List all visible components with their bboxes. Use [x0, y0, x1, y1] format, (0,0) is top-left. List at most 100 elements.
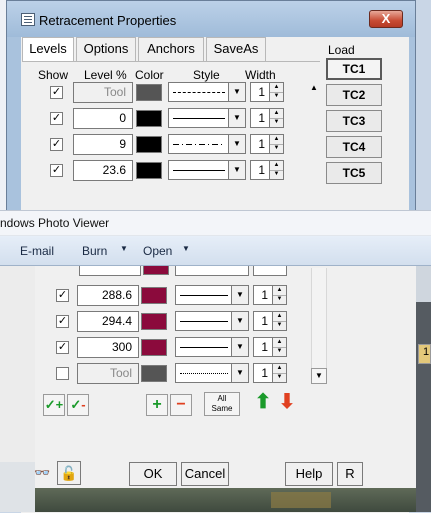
line-style-select[interactable]: ▼ [175, 363, 249, 383]
chevron-down-icon[interactable]: ▼ [231, 312, 248, 330]
spin-down-icon[interactable]: ▼ [270, 170, 283, 179]
line-width-stepper[interactable]: 1 ▲ ▼ [250, 108, 284, 128]
spin-down-icon[interactable]: ▼ [273, 347, 286, 356]
chevron-down-icon[interactable]: ▼ [231, 286, 248, 304]
color-swatch[interactable] [136, 84, 162, 101]
help-button[interactable]: Help [285, 462, 333, 486]
chevron-down-icon[interactable]: ▼ [120, 244, 128, 253]
spin-down-icon[interactable]: ▼ [270, 92, 283, 101]
line-style-select[interactable]: ▼ [175, 337, 249, 357]
tab-saveas[interactable]: SaveAs [206, 37, 266, 61]
check-all-icon[interactable]: ✓+ [43, 394, 65, 416]
level-percent-input[interactable]: 300 [77, 337, 139, 358]
show-checkbox[interactable]: ✓ [56, 341, 69, 354]
menu-open[interactable]: Open [143, 244, 172, 258]
show-checkbox[interactable]: ✓ [56, 289, 69, 302]
menu-burn[interactable]: Burn [82, 244, 107, 258]
load-tc2-button[interactable]: TC2 [326, 84, 382, 106]
load-tc3-button[interactable]: TC3 [326, 110, 382, 132]
glasses-icon[interactable]: 👓 [34, 465, 50, 481]
load-tc5-button[interactable]: TC5 [326, 162, 382, 184]
chevron-down-icon[interactable]: ▼ [228, 161, 245, 179]
photo-viewer-titlebar[interactable]: ndows Photo Viewer [0, 210, 431, 236]
move-down-arrow-icon[interactable]: ⬇ [276, 392, 298, 414]
header-width: Width [245, 68, 276, 82]
tab-panel-border [22, 61, 320, 62]
tab-levels[interactable]: Levels [22, 37, 74, 61]
spin-down-icon[interactable]: ▼ [270, 118, 283, 127]
ok-button[interactable]: OK [129, 462, 177, 486]
spin-down-icon[interactable]: ▼ [273, 295, 286, 304]
add-level-icon[interactable]: + [146, 394, 168, 416]
tab-anchors[interactable]: Anchors [138, 37, 204, 61]
chevron-down-icon[interactable]: ▼ [228, 83, 245, 101]
width-value: 1 [261, 314, 268, 328]
check-minus-icon[interactable]: ✓- [67, 394, 89, 416]
menu-email[interactable]: E-mail [20, 244, 54, 258]
remove-level-icon[interactable]: − [170, 394, 192, 416]
load-tc1-button[interactable]: TC1 [326, 58, 382, 80]
width-value: 1 [261, 288, 268, 302]
chevron-down-icon[interactable]: ▼ [182, 244, 190, 253]
show-checkbox[interactable]: ✓ [50, 112, 63, 125]
unlock-icon[interactable]: 🔓 [57, 461, 81, 485]
show-checkbox[interactable]: ✓ [50, 164, 63, 177]
level-percent-input[interactable]: Tool [73, 82, 133, 103]
color-swatch[interactable] [136, 136, 162, 153]
scroll-up-arrow-icon[interactable]: ▲ [306, 80, 322, 96]
line-width-stepper[interactable]: 1 ▲ ▼ [253, 285, 287, 305]
header-level: Level % [84, 68, 127, 82]
chevron-down-icon[interactable]: ▼ [228, 135, 245, 153]
load-tc4-button[interactable]: TC4 [326, 136, 382, 158]
line-width-stepper[interactable]: 1 ▲ ▼ [253, 311, 287, 331]
level-percent-input[interactable]: 23.6 [73, 160, 133, 181]
level-percent-input[interactable]: 288.6 [77, 285, 139, 306]
all-same-button[interactable]: All Same [204, 392, 240, 416]
chevron-down-icon[interactable]: ▼ [231, 364, 248, 382]
color-swatch[interactable] [141, 313, 167, 330]
width-value: 1 [258, 163, 265, 177]
show-checkbox[interactable] [56, 367, 69, 380]
line-style-select[interactable]: ▼ [175, 311, 249, 331]
line-style-select[interactable]: ▼ [168, 108, 246, 128]
color-swatch[interactable] [141, 339, 167, 356]
line-style-select[interactable]: ▼ [168, 160, 246, 180]
spin-down-icon[interactable]: ▼ [273, 321, 286, 330]
level-percent-input[interactable]: 0 [73, 108, 133, 129]
level-percent-input[interactable]: Tool [77, 363, 139, 384]
tab-options[interactable]: Options [76, 37, 136, 61]
level-percent-input[interactable]: 9 [73, 134, 133, 155]
color-swatch[interactable] [141, 365, 167, 382]
color-swatch[interactable] [136, 162, 162, 179]
line-style-select[interactable]: ▼ [175, 285, 249, 305]
color-swatch[interactable] [141, 287, 167, 304]
close-button[interactable]: X [369, 10, 403, 28]
show-checkbox[interactable]: ✓ [50, 138, 63, 151]
chevron-down-icon[interactable]: ▼ [231, 338, 248, 356]
header-style: Style [193, 68, 220, 82]
line-width-stepper[interactable]: 1 ▲ ▼ [250, 160, 284, 180]
dialog-titlebar[interactable]: Retracement Properties X [7, 1, 415, 37]
show-checkbox[interactable]: ✓ [56, 315, 69, 328]
r-button[interactable]: R [337, 462, 363, 486]
line-style-select[interactable]: ▼ [168, 134, 246, 154]
spin-down-icon[interactable]: ▼ [273, 373, 286, 382]
scroll-down-arrow-icon[interactable]: ▼ [311, 368, 327, 384]
spin-down-icon[interactable]: ▼ [270, 144, 283, 153]
all-same-label-2: Same [211, 404, 233, 413]
move-up-arrow-icon[interactable]: ⬆ [252, 392, 274, 414]
show-checkbox[interactable]: ✓ [50, 86, 63, 99]
level-percent-input[interactable]: 294.4 [77, 311, 139, 332]
line-style-select[interactable]: ▼ [168, 82, 246, 102]
line-width-stepper[interactable]: 1 ▲ ▼ [250, 134, 284, 154]
scrollbar-track[interactable] [311, 268, 327, 368]
color-swatch[interactable] [136, 110, 162, 127]
photo-viewer-left-area [0, 266, 35, 512]
line-width-stepper[interactable]: 1 ▲ ▼ [253, 363, 287, 383]
line-width-stepper[interactable]: 1 ▲ ▼ [250, 82, 284, 102]
chevron-down-icon[interactable]: ▼ [228, 109, 245, 127]
photo-viewer-bottom-strip [35, 488, 416, 512]
width-value: 1 [261, 366, 268, 380]
cancel-button[interactable]: Cancel [181, 462, 229, 486]
line-width-stepper[interactable]: 1 ▲ ▼ [253, 337, 287, 357]
